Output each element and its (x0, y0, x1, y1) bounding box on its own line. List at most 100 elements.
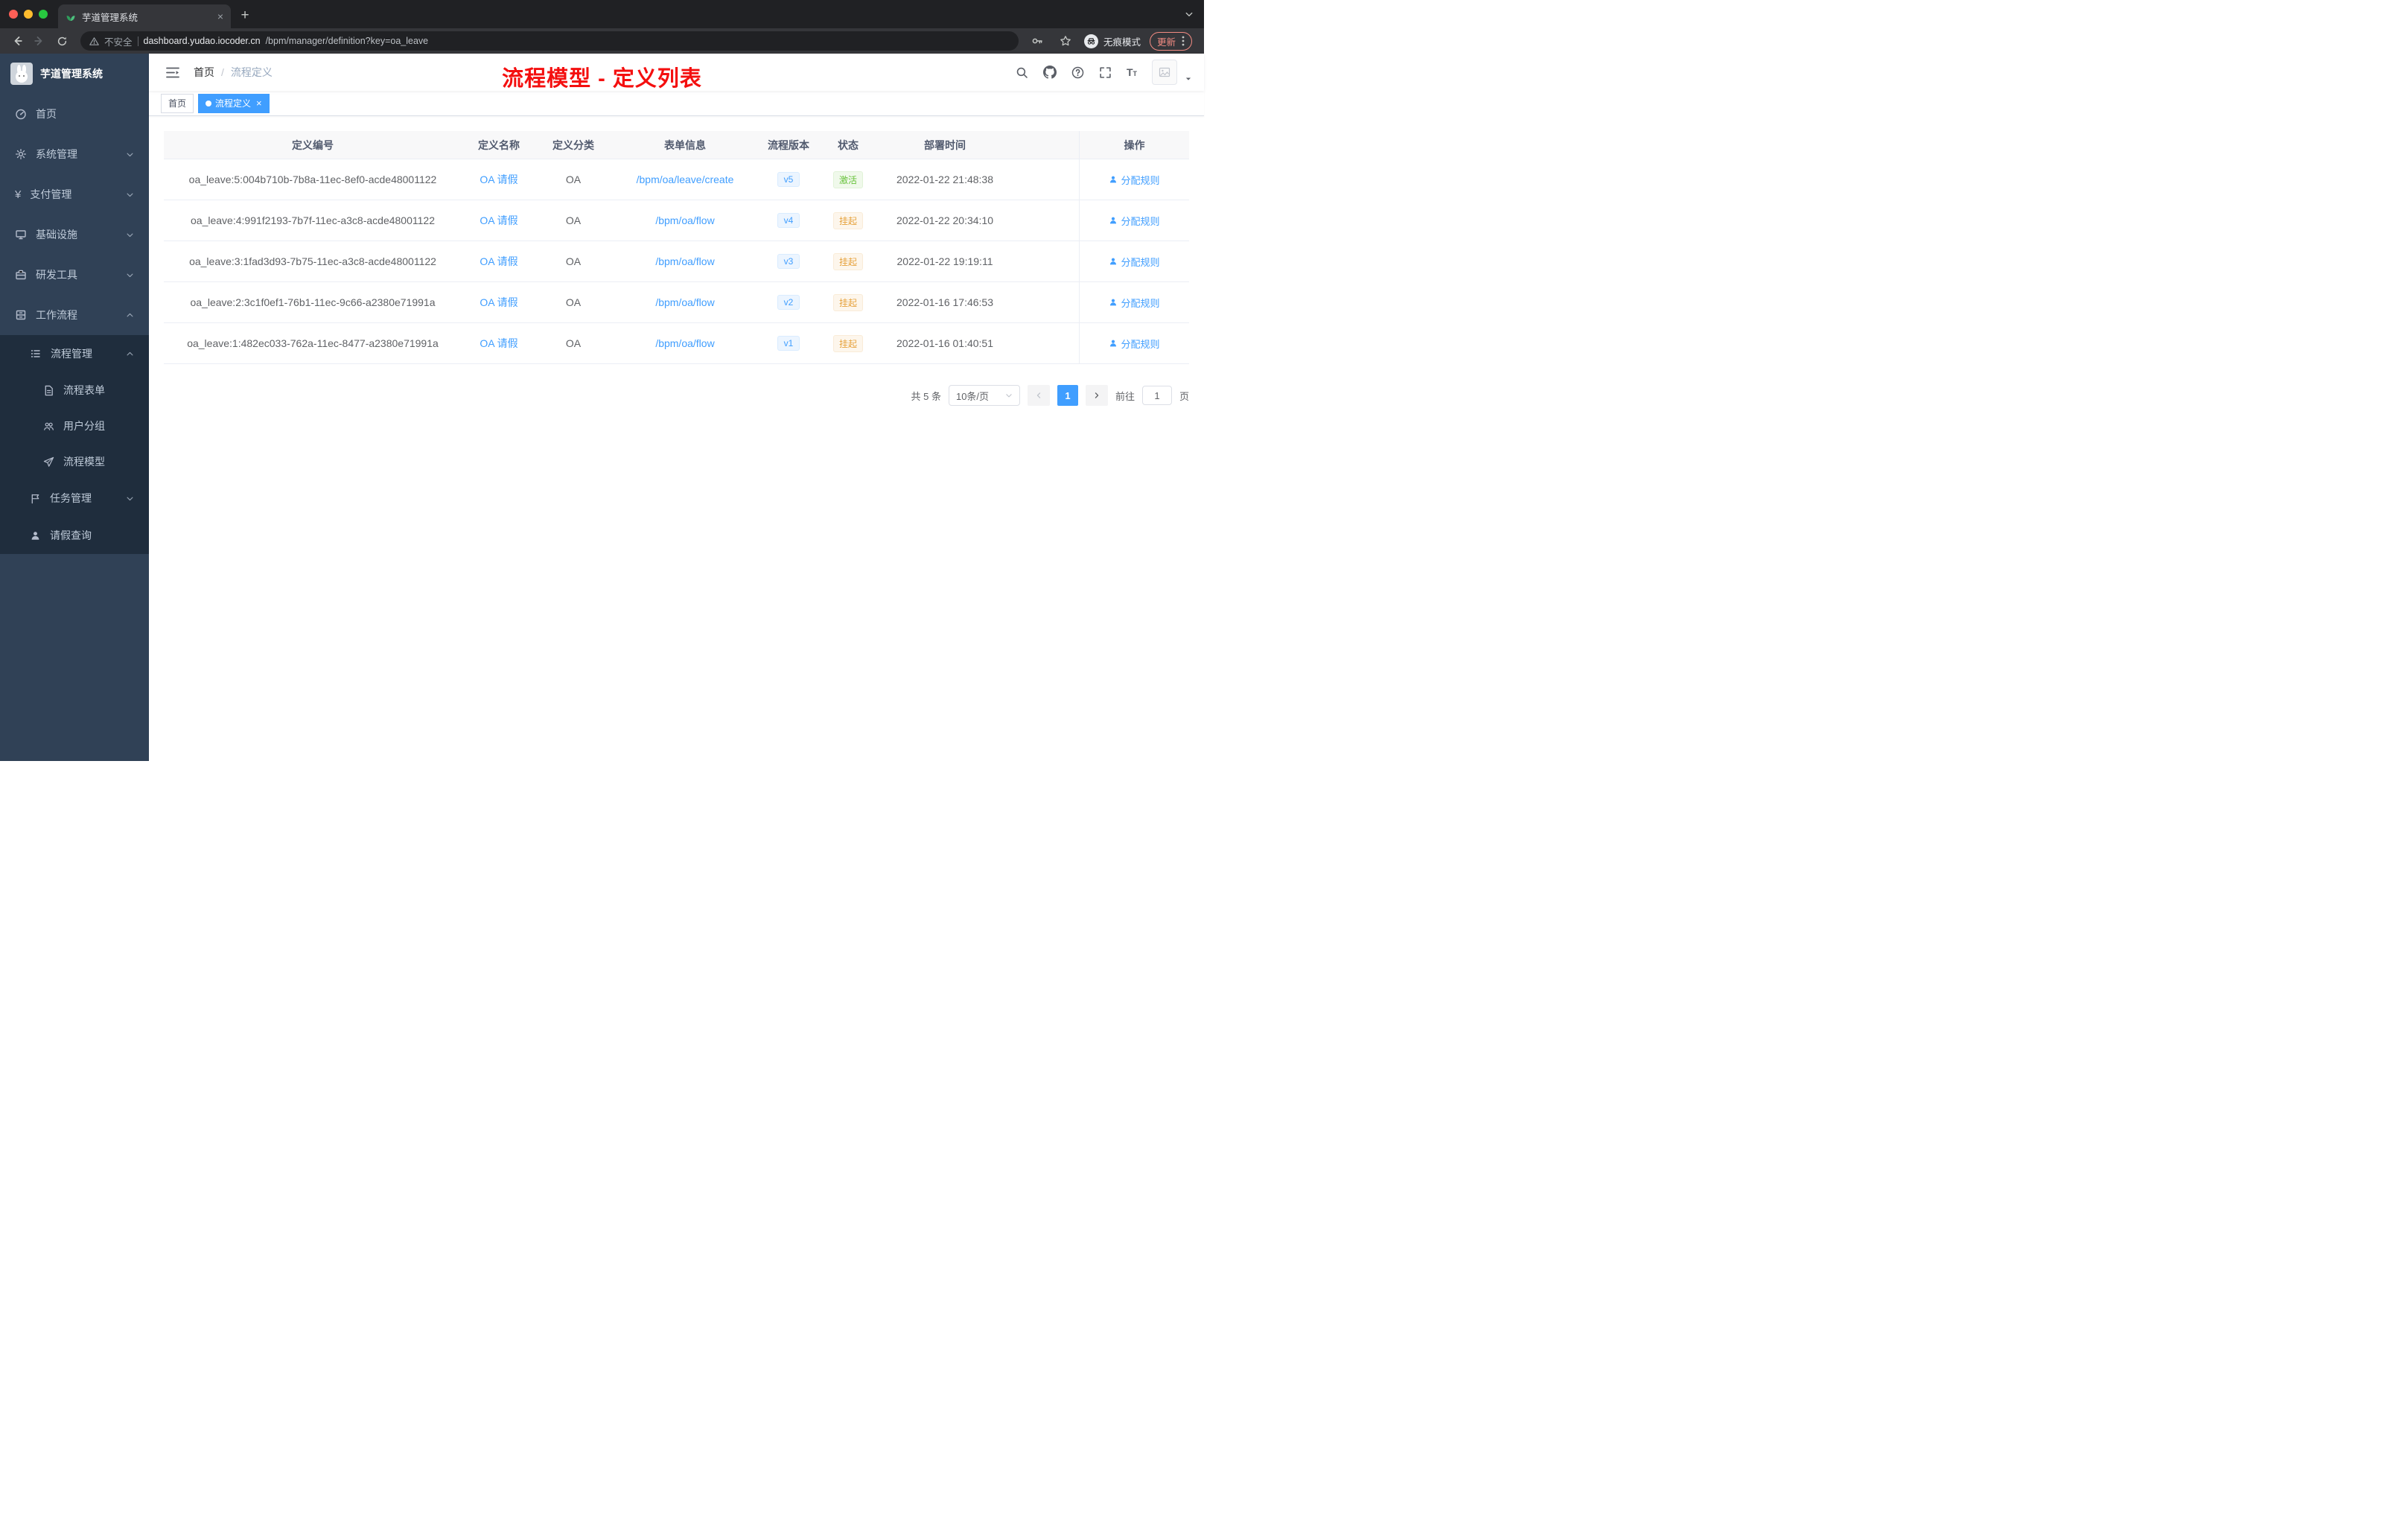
chevron-down-icon (126, 494, 134, 503)
cell-definition-id: oa_leave:1:482ec033-762a-11ec-8477-a2380… (187, 337, 439, 349)
help-icon[interactable] (1071, 66, 1084, 79)
version-badge[interactable]: v5 (777, 172, 800, 187)
workflow-icon (15, 309, 27, 321)
user-dropdown-caret-icon[interactable] (1185, 75, 1192, 83)
sidebar-item-system[interactable]: 系统管理 (0, 134, 149, 174)
definition-name-link[interactable]: OA 请假 (480, 172, 517, 187)
assign-rule-button[interactable]: 分配规则 (1109, 337, 1160, 351)
version-badge[interactable]: v3 (777, 254, 800, 269)
prev-page-button[interactable] (1027, 385, 1050, 406)
sidebar-item-label: 用户分组 (63, 420, 105, 432)
table-row: oa_leave:3:1fad3d93-7b75-11ec-a3c8-acde4… (164, 241, 1189, 282)
sidebar-item-user-groups[interactable]: 用户分组 (0, 408, 149, 444)
tag-process-definition[interactable]: 流程定义 × (198, 93, 270, 113)
assign-rule-button[interactable]: 分配规则 (1109, 296, 1160, 310)
chevron-up-icon (126, 311, 134, 319)
definition-name-link[interactable]: OA 请假 (480, 336, 517, 351)
address-bar[interactable]: 不安全 dashboard.yudao.iocoder.cn /bpm/mana… (80, 31, 1019, 51)
cell-spacer (1011, 282, 1079, 322)
logo-avatar (10, 63, 33, 85)
assign-rule-button[interactable]: 分配规则 (1109, 255, 1160, 269)
browser-update-button[interactable]: 更新 (1149, 31, 1192, 51)
active-tag-dot (206, 100, 212, 106)
sidebar-item-home[interactable]: 首页 (0, 94, 149, 134)
definition-table: 定义编号 定义名称 定义分类 表单信息 流程版本 状态 部署时间 操作 oa_l… (164, 131, 1189, 364)
page-content: 定义编号 定义名称 定义分类 表单信息 流程版本 状态 部署时间 操作 oa_l… (149, 116, 1204, 761)
sidebar-item-label: 研发工具 (36, 269, 77, 281)
user-avatar[interactable] (1152, 60, 1177, 85)
zoom-window-button[interactable] (39, 10, 48, 19)
cell-category: OA (565, 173, 582, 185)
column-header: 定义分类 (552, 138, 594, 151)
sidebar-item-process-form[interactable]: 流程表单 (0, 372, 149, 408)
chevron-down-icon (1005, 392, 1013, 399)
page-size-select[interactable]: 10条/页 (948, 385, 1020, 406)
sidebar-item-label: 系统管理 (36, 148, 77, 160)
kebab-menu-icon (1182, 36, 1185, 46)
security-warning-icon[interactable] (89, 36, 99, 46)
sidebar-item-label: 请假查询 (50, 529, 92, 541)
browser-tab[interactable]: 芋道管理系统 × (58, 4, 231, 28)
tag-close-icon[interactable]: × (256, 98, 262, 108)
next-page-button[interactable] (1085, 385, 1108, 406)
sidebar-logo[interactable]: 芋道管理系统 (0, 54, 149, 94)
version-badge[interactable]: v2 (777, 295, 800, 310)
tab-close-icon[interactable]: × (217, 11, 223, 22)
fullscreen-icon[interactable] (1099, 66, 1112, 79)
security-label[interactable]: 不安全 (104, 34, 133, 48)
sidebar-item-label: 流程模型 (63, 456, 105, 468)
github-icon[interactable] (1042, 66, 1057, 79)
new-tab-button[interactable]: + (234, 4, 256, 27)
sidebar-item-task-management[interactable]: 任务管理 (0, 480, 149, 517)
user-icon (1110, 217, 1117, 224)
definition-name-link[interactable]: OA 请假 (480, 295, 517, 310)
page-number-button[interactable]: 1 (1057, 385, 1078, 406)
version-badge[interactable]: v4 (777, 213, 800, 228)
user-icon (1110, 299, 1117, 306)
sidebar-item-workflow[interactable]: 工作流程 (0, 295, 149, 335)
hamburger-icon[interactable] (161, 60, 185, 84)
cell-definition-id: oa_leave:5:004b710b-7b8a-11ec-8ef0-acde4… (188, 173, 437, 185)
bookmark-star-icon[interactable] (1056, 31, 1075, 51)
table-row: oa_leave:4:991f2193-7b7f-11ec-a3c8-acde4… (164, 200, 1189, 241)
form-link[interactable]: /bpm/oa/flow (655, 337, 714, 349)
browser-tab-strip: 芋道管理系统 × + (0, 0, 1204, 28)
breadcrumb-current: 流程定义 (230, 66, 273, 78)
forward-icon[interactable] (30, 31, 49, 51)
definition-name-link[interactable]: OA 请假 (480, 254, 517, 269)
sidebar-item-devtools[interactable]: 研发工具 (0, 255, 149, 295)
sidebar-item-infrastructure[interactable]: 基础设施 (0, 214, 149, 255)
update-label[interactable]: 更新 (1157, 34, 1176, 48)
font-size-icon[interactable]: TT (1127, 66, 1137, 78)
assign-rule-button[interactable]: 分配规则 (1109, 214, 1160, 228)
tag-label: 首页 (168, 98, 187, 109)
browser-toolbar: 不安全 dashboard.yudao.iocoder.cn /bpm/mana… (0, 28, 1204, 54)
sidebar-item-leave-query[interactable]: 请假查询 (0, 517, 149, 554)
form-link[interactable]: /bpm/oa/flow (655, 296, 714, 308)
goto-page-input[interactable] (1141, 386, 1172, 405)
minimize-window-button[interactable] (24, 10, 33, 19)
password-key-icon[interactable] (1028, 31, 1047, 51)
sidebar-item-process-model[interactable]: 流程模型 (0, 444, 149, 480)
table-row: oa_leave:1:482ec033-762a-11ec-8477-a2380… (164, 323, 1189, 364)
back-icon[interactable] (7, 31, 27, 51)
tag-home[interactable]: 首页 (161, 93, 194, 113)
reload-icon[interactable] (52, 31, 71, 51)
form-link[interactable]: /bpm/oa/flow (655, 255, 714, 267)
search-icon[interactable] (1016, 66, 1028, 79)
form-link[interactable]: /bpm/oa/flow (655, 214, 714, 226)
column-header: 部署时间 (924, 138, 966, 151)
sidebar: 芋道管理系统 首页 系统管理 ¥ 支付管理 基础设施 研发工具 工作流程 流程管… (0, 54, 149, 761)
tab-search-chevron-icon[interactable] (1185, 0, 1194, 28)
cell-definition-id: oa_leave:3:1fad3d93-7b75-11ec-a3c8-acde4… (189, 255, 436, 267)
close-window-button[interactable] (9, 10, 18, 19)
cell-category: OA (565, 337, 582, 349)
assign-rule-button[interactable]: 分配规则 (1109, 173, 1160, 187)
definition-name-link[interactable]: OA 请假 (480, 213, 517, 228)
cell-category: OA (565, 214, 582, 226)
breadcrumb-home[interactable]: 首页 (194, 65, 214, 80)
sidebar-item-payment[interactable]: ¥ 支付管理 (0, 174, 149, 214)
sidebar-item-process-management[interactable]: 流程管理 (0, 335, 149, 372)
version-badge[interactable]: v1 (777, 336, 800, 351)
form-link[interactable]: /bpm/oa/leave/create (637, 173, 734, 185)
